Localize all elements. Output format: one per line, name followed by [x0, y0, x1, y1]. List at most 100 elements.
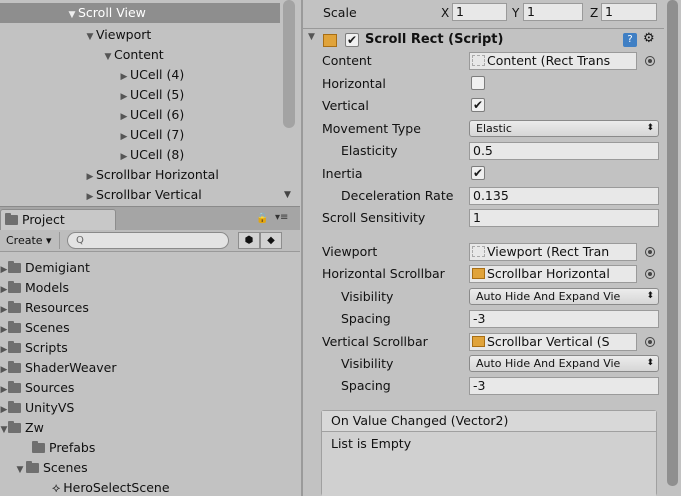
- hierarchy-item-label: Viewport: [96, 27, 152, 42]
- vertical-scrollbar-object-field[interactable]: Scrollbar Vertical (S: [469, 333, 637, 351]
- object-picker-icon[interactable]: [645, 56, 655, 66]
- folder-item-scripts[interactable]: ▶ Scripts: [0, 338, 68, 358]
- expand-arrow-icon[interactable]: ▼: [102, 47, 114, 67]
- hierarchy-item-scrollbar-horizontal[interactable]: ▶ Scrollbar Horizontal: [0, 165, 282, 185]
- filter-by-label-button[interactable]: ◆: [260, 232, 282, 249]
- search-input[interactable]: Q: [67, 232, 229, 249]
- folder-item-zw-scenes[interactable]: ▼ Scenes: [0, 458, 88, 478]
- hierarchy-item-content[interactable]: ▼ Content: [0, 45, 282, 65]
- expand-arrow-icon[interactable]: ▶: [84, 187, 96, 204]
- object-picker-icon[interactable]: [645, 247, 655, 257]
- component-title: Scroll Rect (Script): [365, 32, 504, 47]
- scene-item-label: HeroSelectScene: [63, 480, 170, 495]
- gear-icon[interactable]: ⚙: [643, 31, 655, 46]
- scale-z-field[interactable]: 1: [601, 3, 657, 21]
- expand-arrow-icon[interactable]: ▶: [118, 87, 130, 107]
- elasticity-label: Elasticity: [341, 143, 398, 158]
- elasticity-field[interactable]: 0.5: [469, 142, 659, 160]
- folder-item-label: Zw: [25, 420, 44, 435]
- help-book-icon[interactable]: ?: [623, 33, 637, 47]
- v-visibility-dropdown[interactable]: Auto Hide And Expand Vie ⬍: [469, 355, 659, 372]
- panel-menu-icon[interactable]: ▾≡: [275, 212, 288, 223]
- scene-item-heroselectscene[interactable]: ⟡ HeroSelectScene: [0, 478, 170, 496]
- folder-item-zw[interactable]: ▼ Zw: [0, 418, 44, 438]
- dropdown-arrow-icon: ⬍: [646, 291, 654, 301]
- expand-arrow-icon[interactable]: ▶: [0, 260, 8, 280]
- expand-arrow-icon[interactable]: ▶: [118, 127, 130, 147]
- expand-arrow-icon[interactable]: ▶: [84, 167, 96, 187]
- folder-icon: [8, 301, 21, 313]
- foldout-arrow-icon[interactable]: ▼: [308, 32, 315, 42]
- expand-arrow-icon[interactable]: ▶: [118, 147, 130, 167]
- component-enabled-checkbox[interactable]: ✔: [345, 33, 359, 47]
- scroll-down-arrow-icon[interactable]: ▼: [284, 190, 291, 200]
- deceleration-rate-field[interactable]: 0.135: [469, 187, 659, 205]
- expand-arrow-icon[interactable]: ▶: [0, 300, 8, 320]
- v-visibility-label: Visibility: [341, 356, 394, 371]
- hierarchy-item-ucell-5[interactable]: ▶ UCell (5): [0, 85, 282, 105]
- folder-item-resources[interactable]: ▶ Resources: [0, 298, 89, 318]
- expand-arrow-icon[interactable]: ▶: [118, 107, 130, 127]
- movement-type-dropdown[interactable]: Elastic ⬍: [469, 120, 659, 137]
- folder-item-sources[interactable]: ▶ Sources: [0, 378, 75, 400]
- expand-arrow-icon[interactable]: ▼: [66, 5, 78, 25]
- object-picker-icon[interactable]: [645, 337, 655, 347]
- folder-item-unityvs[interactable]: ▶ UnityVS: [0, 398, 75, 420]
- viewport-object-field[interactable]: Viewport (Rect Tran: [469, 243, 637, 261]
- folder-item-prefabs[interactable]: Prefabs: [0, 438, 95, 458]
- h-spacing-field[interactable]: -3: [469, 310, 659, 328]
- dropdown-arrow-icon: ⬍: [646, 123, 654, 133]
- folder-item-label: Scripts: [25, 340, 68, 355]
- inspector-scrollbar-thumb[interactable]: [667, 0, 678, 486]
- expand-arrow-icon[interactable]: ▼: [0, 420, 8, 440]
- hierarchy-item-ucell-7[interactable]: ▶ UCell (7): [0, 125, 282, 145]
- inspector-scrollbar[interactable]: [664, 0, 681, 496]
- folder-item-demigiant[interactable]: ▶ Demigiant: [0, 258, 90, 278]
- hierarchy-item-label: UCell (8): [130, 147, 185, 162]
- v-spacing-field[interactable]: -3: [469, 377, 659, 395]
- object-picker-icon[interactable]: [645, 269, 655, 279]
- expand-arrow-icon[interactable]: ▶: [118, 67, 130, 87]
- vertical-scrollbar-label: Vertical Scrollbar: [322, 334, 428, 349]
- tab-project[interactable]: Project: [0, 209, 116, 231]
- expand-arrow-icon[interactable]: ▼: [14, 460, 26, 480]
- content-object-value: Content (Rect Trans: [487, 53, 611, 68]
- expand-arrow-icon[interactable]: ▶: [0, 340, 8, 360]
- expand-arrow-icon[interactable]: ▶: [0, 400, 8, 420]
- expand-arrow-icon[interactable]: ▶: [0, 320, 8, 340]
- vertical-checkbox[interactable]: ✔: [471, 98, 485, 112]
- hierarchy-panel: ▼ Scroll View ▼ Viewport ▼ Content ▶ UCell (…: [0, 0, 300, 204]
- hierarchy-item-ucell-6[interactable]: ▶ UCell (6): [0, 105, 282, 125]
- v-visibility-value: Auto Hide And Expand Vie: [476, 357, 621, 370]
- expand-arrow-icon[interactable]: ▶: [0, 360, 8, 380]
- folder-item-models[interactable]: ▶ Models: [0, 278, 70, 300]
- folder-item-scenes[interactable]: ▶ Scenes: [0, 318, 70, 338]
- scroll-sensitivity-field[interactable]: 1: [469, 209, 659, 227]
- horizontal-scrollbar-object-field[interactable]: Scrollbar Horizontal: [469, 265, 637, 283]
- script-icon: [323, 34, 337, 47]
- hierarchy-item-ucell-4[interactable]: ▶ UCell (4): [0, 65, 282, 85]
- horizontal-checkbox[interactable]: [471, 76, 485, 90]
- hierarchy-item-viewport[interactable]: ▼ Viewport: [0, 25, 282, 45]
- create-button[interactable]: Create ▾: [0, 232, 60, 249]
- hierarchy-scrollbar-thumb[interactable]: [283, 0, 295, 128]
- scale-y-field[interactable]: 1: [523, 3, 583, 21]
- filter-by-type-button[interactable]: ⬢: [238, 232, 260, 249]
- expand-arrow-icon[interactable]: ▶: [0, 280, 8, 300]
- folder-item-shaderweaver[interactable]: ▶ ShaderWeaver: [0, 358, 117, 378]
- scale-x-field[interactable]: 1: [452, 3, 507, 21]
- folder-icon: [32, 441, 45, 453]
- inertia-checkbox[interactable]: ✔: [471, 166, 485, 180]
- scroll-rect-component-header[interactable]: ▼ ✔ Scroll Rect (Script) ? ⚙: [303, 28, 665, 50]
- hierarchy-scrollbar[interactable]: ▼: [280, 0, 298, 204]
- hierarchy-item-scroll-view[interactable]: ▼ Scroll View: [0, 3, 282, 23]
- h-visibility-dropdown[interactable]: Auto Hide And Expand Vie ⬍: [469, 288, 659, 305]
- v-spacing-label: Spacing: [341, 378, 391, 393]
- expand-arrow-icon[interactable]: ▶: [0, 380, 8, 400]
- expand-arrow-icon[interactable]: ▼: [84, 27, 96, 47]
- hierarchy-item-ucell-8[interactable]: ▶ UCell (8): [0, 145, 282, 165]
- hierarchy-item-scrollbar-vertical[interactable]: ▶ Scrollbar Vertical: [0, 185, 282, 204]
- hierarchy-item-label: UCell (4): [130, 67, 185, 82]
- lock-icon[interactable]: 🔒: [256, 213, 268, 224]
- content-object-field[interactable]: Content (Rect Trans: [469, 52, 637, 70]
